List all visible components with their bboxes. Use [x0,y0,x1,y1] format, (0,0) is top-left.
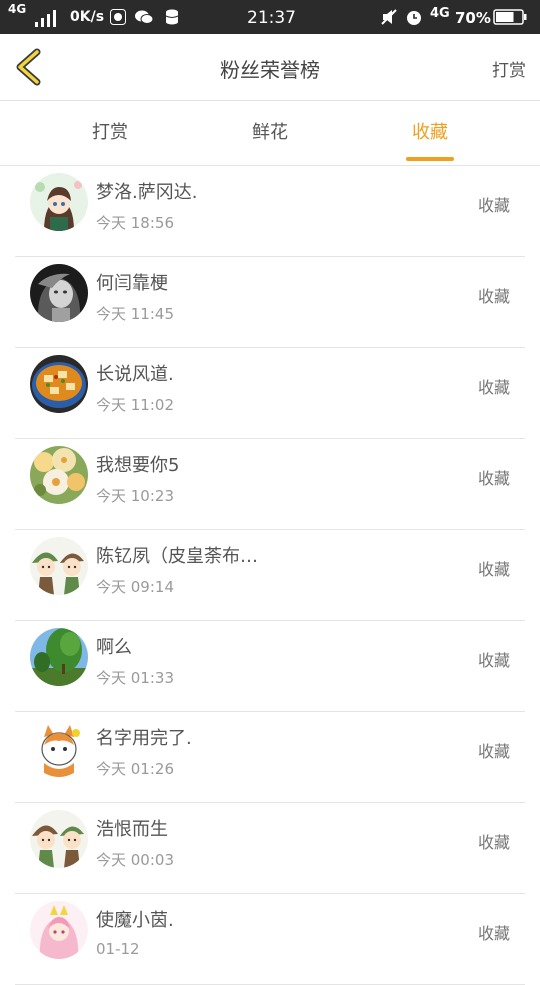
avatar [30,901,88,959]
username: 长说风道. [96,364,174,385]
avatar [30,264,88,322]
favorite-label: 收藏 [477,560,510,579]
timestamp: 今天 01:26 [96,760,174,778]
avatar [30,537,88,595]
network-type: 4G [430,6,450,21]
alarm-icon [407,11,421,25]
avatar [30,719,88,777]
timestamp: 今天 18:56 [96,214,174,232]
list-item[interactable]: 使魔小茵. 01-12 收藏 [0,894,540,985]
username: 浩恨而生 [96,819,168,840]
timestamp: 今天 10:23 [96,487,174,505]
favorite-label: 收藏 [477,469,510,488]
avatar [30,355,88,413]
avatar [30,628,88,686]
username: 陈钇夙（皮皇荼布… [96,546,258,567]
timestamp: 今天 00:03 [96,851,174,869]
list-item[interactable]: 啊么 今天 01:33 收藏 [0,621,540,712]
anime-girl-avatar-icon [30,173,88,231]
tab-label: 鲜花 [252,122,288,143]
status-bar: 4G 2G 0K/s 21:37 4G 70% [0,0,540,107]
avatar [30,173,88,231]
list-item[interactable]: 浩恨而生 今天 00:03 收藏 [0,803,540,894]
list-item[interactable]: 陈钇夙（皮皇荼布… 今天 09:14 收藏 [0,530,540,621]
avatar [30,810,88,868]
active-tab-indicator [406,157,454,161]
username: 梦洛.萨冈达. [96,182,198,203]
pink-anime-avatar-icon [30,901,88,959]
favorite-label: 收藏 [477,287,510,306]
favorite-label: 收藏 [477,378,510,397]
timestamp: 今天 09:14 [96,578,174,596]
couple-cartoon-avatar-icon [30,810,88,868]
timestamp: 01-12 [96,940,140,958]
tab-flowers[interactable]: 鲜花 [210,101,330,165]
timestamp: 今天 01:33 [96,669,174,687]
username: 使魔小茵. [96,910,174,931]
favorite-label: 收藏 [477,924,510,943]
username: 啊么 [96,637,132,658]
wechat-icon [135,10,154,24]
app-notification-icon [110,9,126,25]
tab-label: 收藏 [412,122,448,143]
timestamp: 今天 11:02 [96,396,174,414]
list-item[interactable]: 名字用完了. 今天 01:26 收藏 [0,712,540,803]
storage-icon [165,9,179,25]
list-item[interactable]: 我想要你5 今天 10:23 收藏 [0,439,540,530]
timestamp: 今天 11:45 [96,305,174,323]
favorite-label: 收藏 [477,196,510,215]
list-item[interactable]: 长说风道. 今天 11:02 收藏 [0,348,540,439]
reward-button[interactable]: 打赏 [492,56,526,81]
tab-bar: 打赏 鲜花 收藏 [0,101,540,166]
list-item[interactable]: 何闫靠梗 今天 11:45 收藏 [0,257,540,348]
couple-cartoon-avatar-icon [30,537,88,595]
top-app-bar: 粉丝荣誉榜 打赏 [0,34,540,101]
list-item[interactable]: 梦洛.萨冈达. 今天 18:56 收藏 [0,166,540,257]
mute-icon [381,9,397,25]
flower-photo-avatar-icon [30,446,88,504]
cat-cartoon-avatar-icon [30,719,88,777]
signal-icon [35,10,56,27]
clock: 21:37 [247,8,296,28]
network-speed: 0K/s [70,9,105,25]
favorite-label: 收藏 [477,742,510,761]
favorite-label: 收藏 [477,651,510,670]
bw-child-photo-avatar-icon [30,264,88,322]
tab-reward[interactable]: 打赏 [50,101,170,165]
page-title: 粉丝荣誉榜 [220,58,320,82]
food-bowl-avatar-icon [30,355,88,413]
tab-label: 打赏 [92,122,128,143]
username: 我想要你5 [96,455,180,476]
username: 何闫靠梗 [96,273,168,294]
fan-list: 梦洛.萨冈达. 今天 18:56 收藏 何闫靠梗 今天 11:45 收藏 长说风… [0,166,540,985]
avatar [30,446,88,504]
tree-photo-avatar-icon [30,628,88,686]
battery-percent: 70% [455,9,491,27]
tab-favorites[interactable]: 收藏 [370,101,490,165]
favorite-label: 收藏 [477,833,510,852]
username: 名字用完了. [96,728,192,749]
battery-icon [493,9,527,25]
